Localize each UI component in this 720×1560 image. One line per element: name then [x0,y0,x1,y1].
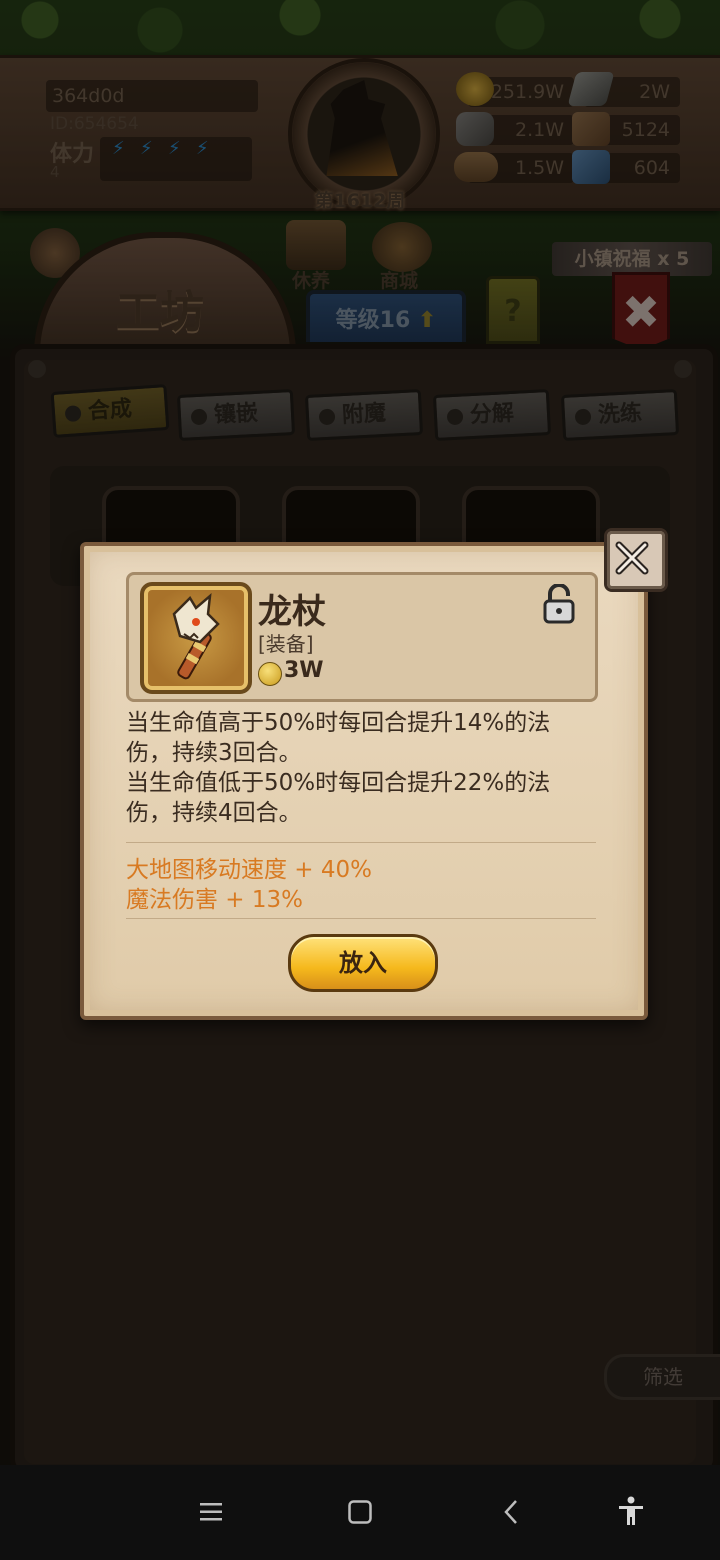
description-line: 当生命值低于50%时每回合提升22%的法伤，持续4回合。 [126,770,551,826]
place-button[interactable]: 放入 [288,934,438,992]
close-swords-icon [615,541,649,575]
divider [126,918,596,919]
item-description: 当生命值高于50%时每回合提升14%的法伤，持续3回合。 当生命值低于50%时每… [126,708,596,828]
dragon-staff-icon [172,592,220,680]
coin-icon [258,662,282,686]
unlocked-padlock-icon[interactable] [542,584,576,624]
stat-magic-damage: 魔法伤害 + 13% [126,887,304,913]
item-price: 3W [284,658,324,683]
description-line: 当生命值高于50%时每回合提升14%的法伤，持续3回合。 [126,710,551,766]
system-nav-bar [0,1465,720,1560]
divider [126,842,596,843]
item-icon-frame [140,582,252,694]
close-popup-button[interactable] [604,528,668,592]
home-icon[interactable] [347,1499,373,1525]
stat-move-speed: 大地图移动速度 + 40% [126,857,373,883]
item-type: [装备] [258,632,314,656]
back-icon[interactable] [500,1498,522,1526]
accessibility-icon[interactable] [616,1495,646,1527]
menu-icon[interactable] [198,1499,224,1525]
item-name: 龙杖 [258,592,326,632]
